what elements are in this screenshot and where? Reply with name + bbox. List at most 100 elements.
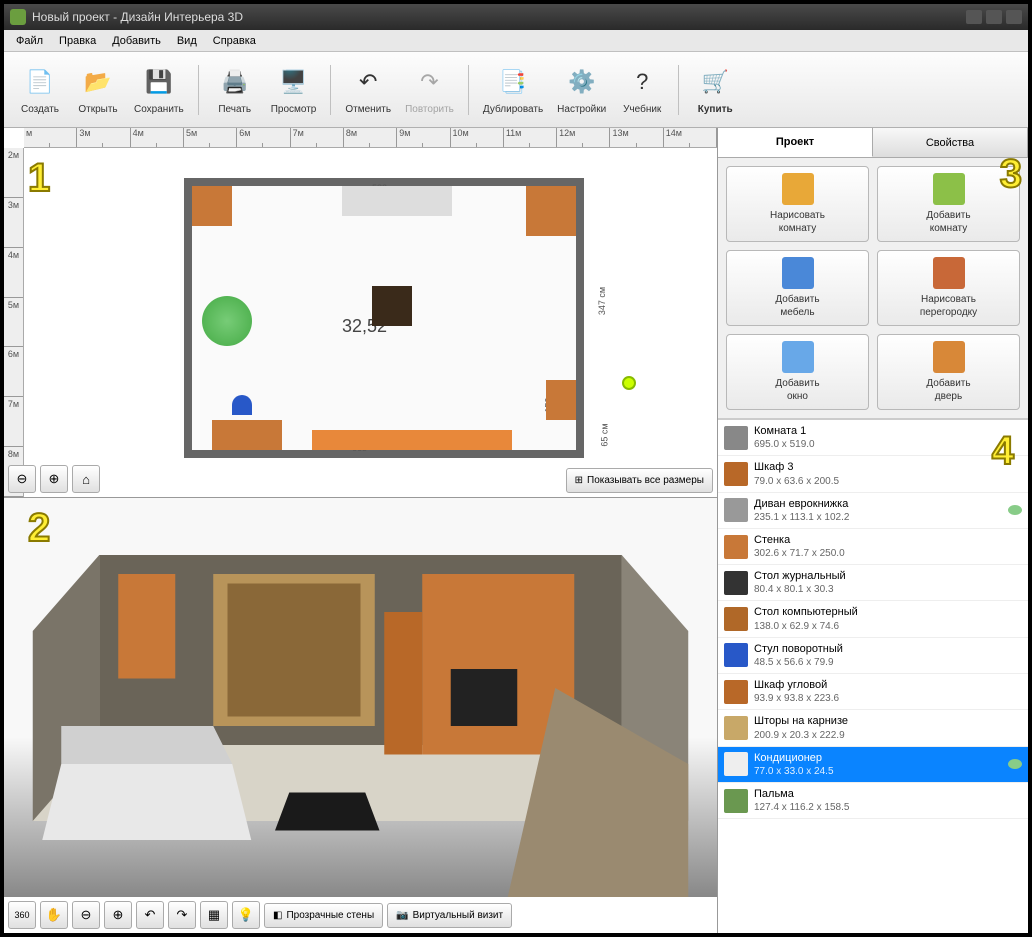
list-item[interactable]: Стенка302.6 x 71.7 x 250.0	[718, 529, 1028, 565]
list-item[interactable]: Стол журнальный80.4 x 80.1 x 30.3	[718, 565, 1028, 601]
menu-3[interactable]: Вид	[169, 32, 205, 50]
redo-3d-button[interactable]: ↷	[168, 901, 196, 929]
object-icon	[724, 680, 748, 704]
list-item[interactable]: Пальма127.4 x 116.2 x 158.5	[718, 783, 1028, 819]
plan-view-2d[interactable]: 1 м3м4м5м6м7м8м9м10м11м12м13м14м 2м3м4м5…	[4, 128, 717, 498]
object-icon	[724, 426, 748, 450]
light-button[interactable]: 💡	[232, 901, 260, 929]
furniture-sofa-top[interactable]	[342, 186, 452, 216]
dims-icon: ⊞	[575, 475, 583, 486]
toolbar-Купить[interactable]: 🛒Купить	[687, 60, 743, 119]
list-item[interactable]: Шкаф угловой93.9 x 93.8 x 223.6	[718, 674, 1028, 710]
object-text: Шторы на карнизе200.9 x 20.3 x 222.9	[754, 714, 1022, 741]
object-name: Стул поворотный	[754, 642, 1022, 656]
show-all-dims-button[interactable]: ⊞ Показывать все размеры	[566, 468, 713, 493]
badge-3: 3	[1000, 152, 1022, 197]
toolbar-Просмотр[interactable]: 🖥️Просмотр	[265, 60, 323, 119]
object-list[interactable]: Комната 1695.0 x 519.0 Шкаф 379.0 x 63.6 …	[718, 419, 1028, 933]
action-button-2[interactable]: Добавить мебель	[726, 250, 869, 326]
zoom-out-button[interactable]: ⊖	[8, 465, 36, 493]
action-icon	[933, 173, 965, 205]
canvas-2d[interactable]: 32,52 582 347 см 489 665 159 65 см 95 15…	[24, 148, 717, 457]
list-item[interactable]: Шкаф 379.0 x 63.6 x 200.5	[718, 456, 1028, 492]
right-panel: Проект Свойства 3 Нарисовать комнатуДоба…	[718, 128, 1028, 933]
toolbar-label: Сохранить	[134, 104, 184, 115]
list-item[interactable]: Кондиционер77.0 x 33.0 x 24.5	[718, 747, 1028, 783]
toolbar-Настройки[interactable]: ⚙️Настройки	[551, 60, 612, 119]
furniture-wall-unit[interactable]	[312, 430, 512, 450]
view-3d[interactable]: 2	[4, 498, 717, 933]
toolbar-Печать[interactable]: 🖨️Печать	[207, 60, 263, 119]
object-dims: 79.0 x 63.6 x 200.5	[754, 475, 1022, 488]
titlebar: Новый проект - Дизайн Интерьера 3D	[4, 4, 1028, 30]
camera-icon: 📷	[396, 910, 408, 921]
action-icon	[782, 341, 814, 373]
undo-3d-button[interactable]: ↶	[136, 901, 164, 929]
rotate-360-button[interactable]: 360	[8, 901, 36, 929]
list-item[interactable]: Шторы на карнизе200.9 x 20.3 x 222.9	[718, 710, 1028, 746]
visibility-eye-icon[interactable]	[1008, 505, 1022, 515]
action-button-0[interactable]: Нарисовать комнату	[726, 166, 869, 242]
toolbar-Дублировать[interactable]: 📑Дублировать	[477, 60, 549, 119]
toolbar-icon: ?	[624, 64, 660, 100]
menu-0[interactable]: Файл	[8, 32, 51, 50]
minimize-button[interactable]	[966, 10, 982, 24]
toolbar-Создать[interactable]: 📄Создать	[12, 60, 68, 119]
menu-4[interactable]: Справка	[205, 32, 264, 50]
transparent-walls-button[interactable]: ◧ Прозрачные стены	[264, 903, 383, 928]
visibility-eye-icon[interactable]	[1008, 759, 1022, 769]
app-icon	[10, 9, 26, 25]
action-icon	[782, 257, 814, 289]
action-button-3[interactable]: Нарисовать перегородку	[877, 250, 1020, 326]
ruler-tick: м	[24, 128, 77, 147]
furniture-corner-br[interactable]	[546, 380, 576, 420]
selection-handle[interactable]	[622, 376, 636, 390]
toolbar-Учебник[interactable]: ?Учебник	[614, 60, 670, 119]
object-text: Стенка302.6 x 71.7 x 250.0	[754, 533, 1022, 560]
close-button[interactable]	[1006, 10, 1022, 24]
action-button-1[interactable]: Добавить комнату	[877, 166, 1020, 242]
room-outline[interactable]: 32,52 582 347 см 489 665 159 65 см 95 15…	[184, 178, 584, 458]
toolbar-label: Просмотр	[271, 104, 317, 115]
object-name: Шкаф угловой	[754, 678, 1022, 692]
object-text: Комната 1695.0 x 519.0	[754, 424, 1022, 451]
toolbar-Открыть[interactable]: 📂Открыть	[70, 60, 126, 119]
action-label: Нарисовать комнату	[770, 209, 825, 235]
grid-button[interactable]: ▦	[200, 901, 228, 929]
toolbar-Повторить[interactable]: ↷Повторить	[399, 60, 460, 119]
object-dims: 48.5 x 56.6 x 79.9	[754, 656, 1022, 669]
toolbar-icon: ↷	[411, 64, 447, 100]
furniture-palm[interactable]	[202, 296, 252, 346]
furniture-desk[interactable]	[212, 420, 282, 450]
furniture-coffee-table[interactable]	[372, 286, 412, 326]
canvas-3d[interactable]	[4, 498, 717, 897]
ruler-tick: 2м	[4, 148, 23, 198]
ruler-tick: 6м	[4, 347, 23, 397]
action-button-4[interactable]: Добавить окно	[726, 334, 869, 410]
furniture-corner-wardrobe[interactable]	[526, 186, 576, 236]
toolbar-Отменить[interactable]: ↶Отменить	[339, 60, 397, 119]
ruler-tick: 10м	[451, 128, 504, 147]
list-item[interactable]: Диван еврокнижка235.1 x 113.1 x 102.2	[718, 493, 1028, 529]
zoom-out-3d-button[interactable]: ⊖	[72, 901, 100, 929]
pan-button[interactable]: ✋	[40, 901, 68, 929]
object-name: Диван еврокнижка	[754, 497, 1004, 511]
toolbar-icon: ⚙️	[564, 64, 600, 100]
zoom-in-button[interactable]: ⊕	[40, 465, 68, 493]
virtual-visit-button[interactable]: 📷 Виртуальный визит	[387, 903, 512, 928]
furniture-wardrobe[interactable]	[192, 186, 232, 226]
dim-br: 65 см	[599, 423, 609, 446]
list-item[interactable]: Комната 1695.0 x 519.0	[718, 420, 1028, 456]
zoom-in-3d-button[interactable]: ⊕	[104, 901, 132, 929]
tab-project[interactable]: Проект	[718, 128, 873, 157]
toolbar-label: Отменить	[345, 104, 391, 115]
list-item[interactable]: Стул поворотный48.5 x 56.6 x 79.9	[718, 638, 1028, 674]
maximize-button[interactable]	[986, 10, 1002, 24]
menu-1[interactable]: Правка	[51, 32, 104, 50]
toolbar-Сохранить[interactable]: 💾Сохранить	[128, 60, 190, 119]
home-button[interactable]: ⌂	[72, 465, 100, 493]
list-item[interactable]: Стол компьютерный138.0 x 62.9 x 74.6	[718, 601, 1028, 637]
action-button-5[interactable]: Добавить дверь	[877, 334, 1020, 410]
menu-2[interactable]: Добавить	[104, 32, 169, 50]
furniture-chair[interactable]	[232, 395, 252, 415]
